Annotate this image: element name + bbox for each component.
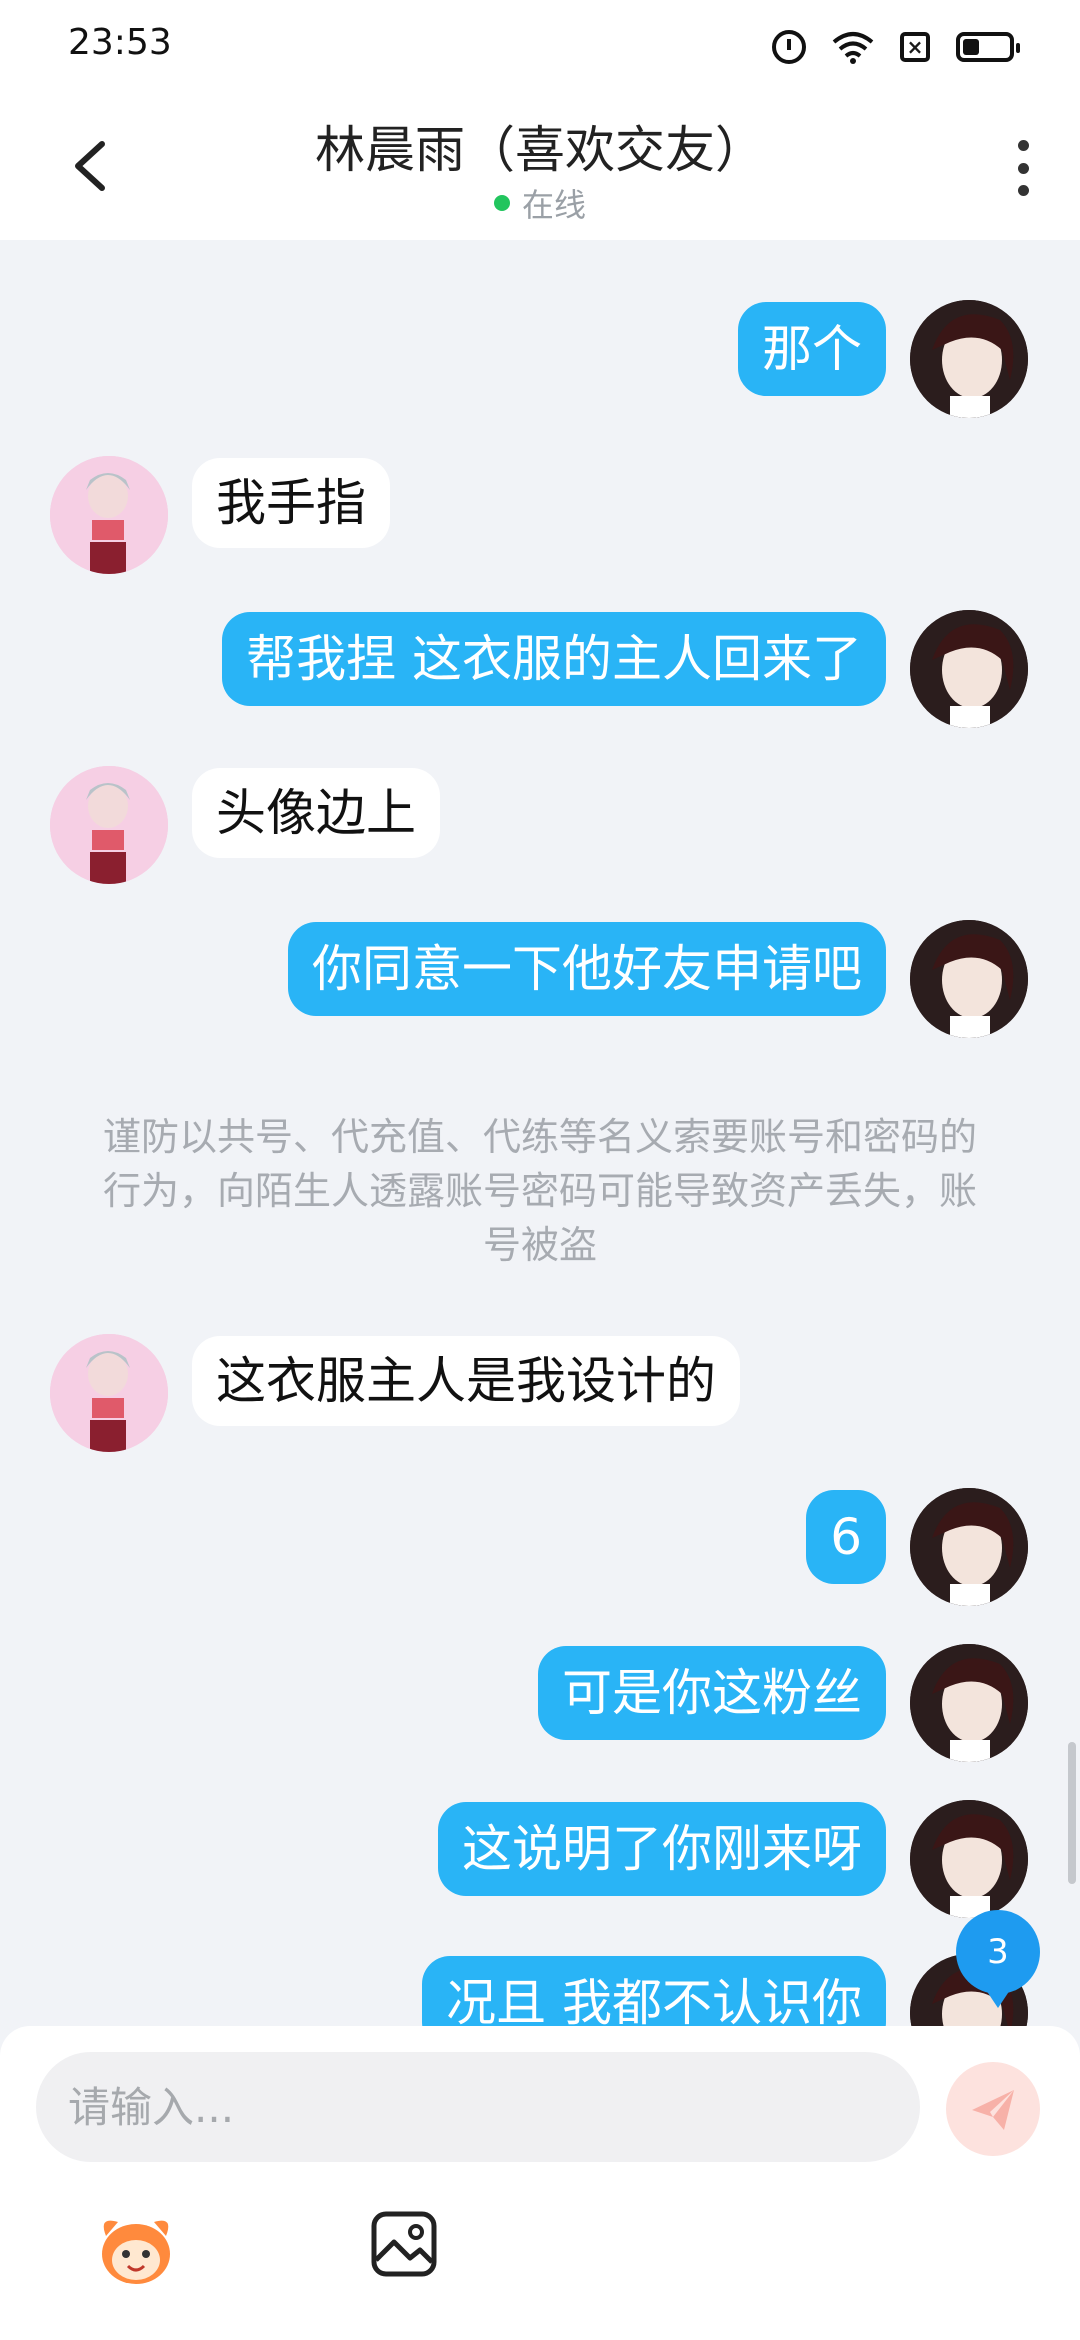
online-dot-icon — [493, 195, 510, 211]
status-icons: × — [772, 30, 1020, 64]
send-icon — [972, 2090, 1014, 2130]
online-status: 在线 — [0, 180, 1080, 226]
send-button[interactable] — [946, 2062, 1040, 2156]
chat-scrollbar[interactable] — [1068, 1742, 1076, 1884]
message-bubble-outgoing[interactable]: 你同意一下他好友申请吧 — [288, 922, 886, 1016]
alarm-icon — [772, 30, 806, 64]
friend-avatar[interactable] — [50, 1334, 168, 1452]
status-time: 23:53 — [68, 22, 172, 63]
friend-avatar[interactable] — [50, 766, 168, 884]
message-bubble-incoming[interactable]: 这衣服主人是我设计的 — [192, 1336, 740, 1426]
friend-avatar[interactable] — [50, 456, 168, 574]
chat-message-list[interactable]: 那个 我手指 帮我捏 这衣服的主人回来了 头像边上 你同意一下他好友申请吧 谨防… — [0, 240, 1080, 2026]
my-avatar[interactable] — [910, 1800, 1028, 1918]
chat-header: 林晨雨（喜欢交友） 在线 — [0, 96, 1080, 240]
sim-x-icon: × — [900, 32, 930, 62]
message-bubble-outgoing[interactable]: 这说明了你刚来呀 — [438, 1802, 886, 1896]
message-bubble-outgoing[interactable]: 况且 我都不认识你 — [422, 1956, 886, 2026]
battery-icon — [956, 32, 1020, 62]
my-avatar[interactable] — [910, 300, 1028, 418]
input-panel — [0, 2026, 1080, 2340]
message-bubble-incoming[interactable]: 头像边上 — [192, 768, 440, 858]
message-bubble-incoming[interactable]: 我手指 — [192, 458, 390, 548]
sticker-icon[interactable] — [92, 2206, 180, 2294]
message-bubble-outgoing[interactable]: 那个 — [738, 302, 886, 396]
image-icon[interactable] — [370, 2210, 438, 2278]
my-avatar[interactable] — [910, 610, 1028, 728]
chat-title: 林晨雨（喜欢交友） — [315, 121, 765, 179]
message-bubble-outgoing[interactable]: 可是你这粉丝 — [538, 1646, 886, 1740]
my-avatar[interactable] — [910, 920, 1028, 1038]
message-bubble-outgoing[interactable]: 6 — [806, 1490, 886, 1584]
unread-count-badge[interactable]: 3 — [956, 1910, 1040, 2008]
wifi-icon — [832, 32, 874, 64]
online-status-label: 在线 — [521, 186, 586, 224]
more-button[interactable] — [1008, 140, 1038, 196]
my-avatar[interactable] — [910, 1644, 1028, 1762]
message-input[interactable] — [36, 2052, 920, 2162]
system-safety-notice: 谨防以共号、代充值、代练等名义索要账号和密码的行为，向陌生人透露账号密码可能导致… — [102, 1115, 977, 1267]
my-avatar[interactable] — [910, 1488, 1028, 1606]
status-bar: 23:53 × — [0, 0, 1080, 96]
message-bubble-outgoing[interactable]: 帮我捏 这衣服的主人回来了 — [222, 612, 886, 706]
